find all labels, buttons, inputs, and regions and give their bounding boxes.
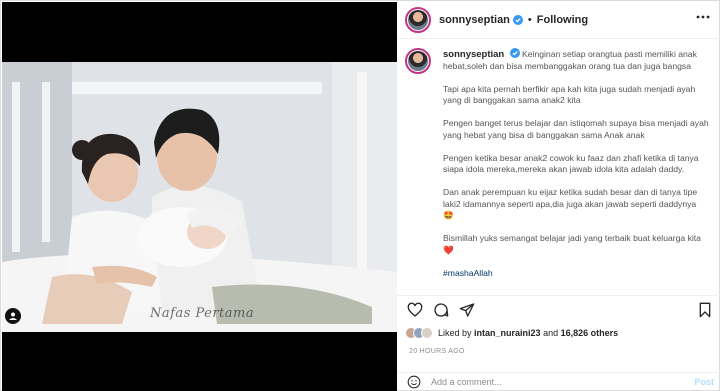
likes-summary: Liked by intan_nuraini23 and 16,826 othe… <box>405 325 618 341</box>
comment-input[interactable] <box>431 377 661 387</box>
header-separator: • <box>527 14 532 26</box>
avatar[interactable] <box>405 7 431 33</box>
comment-icon[interactable] <box>433 302 449 318</box>
more-options-icon[interactable] <box>696 14 710 20</box>
following-button[interactable]: Following <box>537 14 588 26</box>
liked-by-user-link[interactable]: intan_nuraini23 <box>474 328 541 338</box>
likes-connector: and <box>543 328 559 338</box>
emoji-icon[interactable] <box>407 375 421 389</box>
post-comment-button[interactable]: Post <box>694 377 714 387</box>
caption-paragraph: Tapi apa kita pernah berfikir apa kah ki… <box>443 83 696 106</box>
user-tag-icon[interactable] <box>5 308 21 324</box>
bookmark-icon[interactable] <box>697 302 713 318</box>
hashtag-link[interactable]: #mashaAllah <box>443 268 493 278</box>
likes-prefix: Liked by <box>438 328 472 338</box>
post-details-panel: sonnyseptian • Following sonnyseptian Ke… <box>397 2 720 391</box>
caption-paragraph: Pengen ketika besar anak2 cowok ku faaz … <box>443 152 699 175</box>
comment-bar: Post <box>397 372 720 391</box>
verified-badge-icon <box>509 48 520 58</box>
caption-paragraph: Pengen banget terus belajar dan istiqoma… <box>443 118 709 140</box>
post-modal: Nafas Pertama sonnyseptian • Following s… <box>0 0 720 391</box>
header-username[interactable]: sonnyseptian <box>439 14 510 26</box>
caption-paragraph: Bismillah yuks semangat belajar jadi yan… <box>443 233 701 255</box>
caption-username[interactable]: sonnyseptian <box>443 49 504 60</box>
photo-watermark: Nafas Pertama <box>150 306 255 321</box>
avatar[interactable] <box>421 327 433 339</box>
caption-avatar[interactable] <box>405 48 431 74</box>
caption-text: sonnyseptian Keinginan setiap orangtua p… <box>443 48 709 291</box>
post-timestamp[interactable]: 20 HOURS AGO <box>409 348 465 355</box>
action-bar <box>397 295 720 323</box>
caption-paragraph: Dan anak perempuan ku eijaz ketika sudah… <box>443 187 698 220</box>
caption-area: sonnyseptian Keinginan setiap orangtua p… <box>397 40 720 295</box>
post-media[interactable]: Nafas Pertama <box>2 2 397 391</box>
heart-icon[interactable] <box>407 302 423 318</box>
share-icon[interactable] <box>459 302 475 318</box>
likes-count-link[interactable]: 16,826 others <box>561 328 619 338</box>
post-header: sonnyseptian • Following <box>397 2 720 39</box>
post-photo: Nafas Pertama <box>2 62 397 332</box>
verified-badge-icon <box>512 15 523 25</box>
